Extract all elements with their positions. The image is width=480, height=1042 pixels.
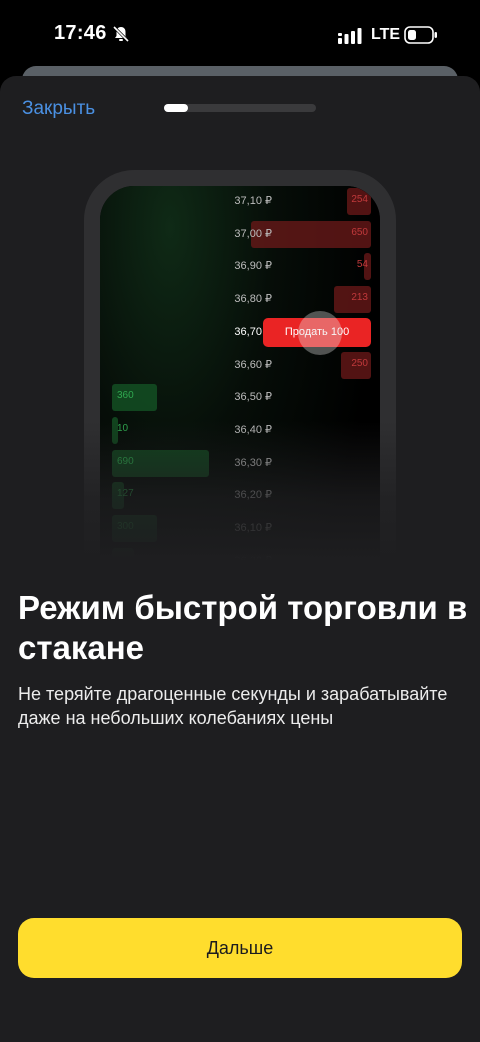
- touch-indicator: [298, 310, 342, 355]
- order-book-price: 36,50 ₽: [234, 391, 272, 404]
- close-button[interactable]: Закрыть: [22, 98, 95, 120]
- ask-volume: 254: [351, 194, 368, 205]
- bid-volume: 360: [117, 390, 134, 402]
- illustration-fade: [0, 421, 480, 561]
- order-book-row: 360 36,50 ₽: [100, 382, 380, 414]
- progress-bar: [164, 104, 316, 112]
- battery-icon: [404, 26, 437, 44]
- status-time: 17:46: [54, 22, 107, 44]
- order-book-illustration: 254 37,10 ₽ 650 37,00 ₽ 54 36,90 ₽ 213 36,80 ₽ 3…: [0, 156, 480, 561]
- progress-fill: [164, 104, 189, 112]
- order-book-row: 254 37,10 ₽: [100, 186, 380, 218]
- order-book-price: 36,90 ₽: [234, 260, 272, 273]
- onboarding-sheet: Закрыть 254 37,10 ₽ 650 37,00 ₽ 54 36,90 ₽ 213…: [0, 76, 480, 1042]
- ask-volume: 250: [351, 357, 368, 369]
- order-book-row: 213 36,80 ₽: [100, 284, 380, 316]
- order-book-row: 650 37,00 ₽: [100, 219, 380, 251]
- order-book-row: 250 36,60 ₽: [100, 350, 380, 382]
- order-book-price: 37,00 ₽: [234, 227, 272, 240]
- status-bar: 17:46 LTE: [0, 0, 480, 70]
- order-book-row-current: 36,70 ₽ Продать 100: [100, 310, 380, 355]
- headline: Режим быстрой торговли в стакане: [18, 589, 468, 666]
- order-book-price: 36,70 ₽: [234, 325, 272, 338]
- bell-slash-icon: [112, 25, 130, 43]
- order-book-price: 36,80 ₽: [234, 293, 272, 306]
- network-type: LTE: [371, 26, 401, 43]
- ask-volume: 54: [356, 259, 368, 271]
- order-book-row: 54 36,90 ₽: [100, 251, 380, 283]
- order-book-price: 37,10 ₽: [234, 195, 272, 207]
- ask-volume: 650: [351, 226, 368, 238]
- ask-volume: 213: [351, 292, 368, 304]
- next-button[interactable]: Дальше: [18, 918, 462, 978]
- order-book-price: 36,60 ₽: [234, 358, 272, 371]
- signal-icon: [338, 28, 362, 44]
- description: Не теряйте драгоценные секунды и зарабат…: [18, 684, 448, 728]
